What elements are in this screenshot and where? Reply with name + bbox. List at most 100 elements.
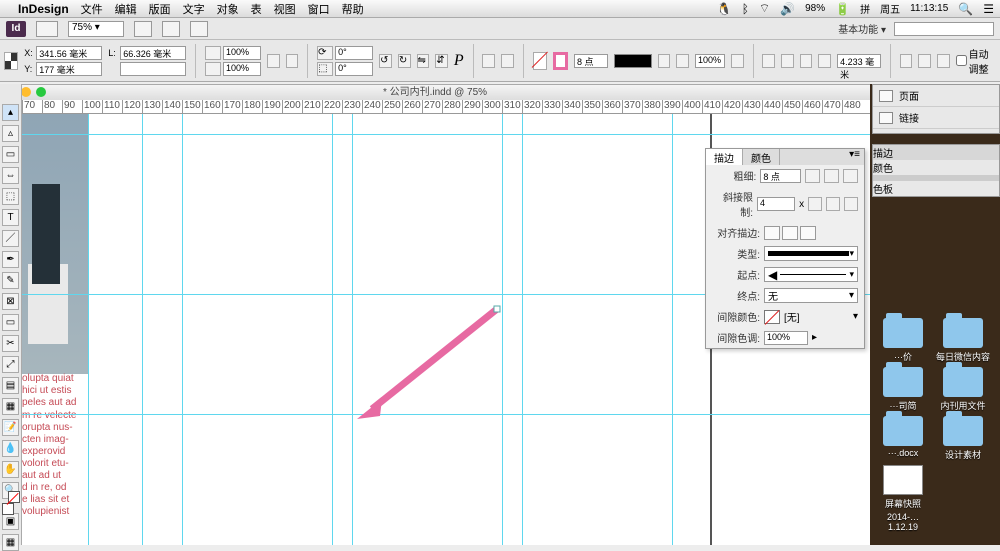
wifi-icon[interactable]: ⌔ xyxy=(759,1,770,16)
opacity-field[interactable]: 100% xyxy=(695,54,725,68)
cap-round-icon[interactable] xyxy=(824,169,839,183)
bridge-button[interactable] xyxy=(36,21,58,37)
align-outside-icon[interactable] xyxy=(800,226,816,240)
screen-mode-icon[interactable]: ▦ xyxy=(2,534,19,551)
apply-color-icon[interactable]: ▣ xyxy=(2,513,19,530)
eyedropper-tool[interactable]: 💧 xyxy=(2,440,19,457)
stroke-tab[interactable]: 描边 xyxy=(706,149,743,165)
pen-tool[interactable]: ✒ xyxy=(2,251,19,268)
start-arrow-select[interactable]: ◀ ▾ xyxy=(764,267,858,282)
spotlight-icon[interactable]: 🔍 xyxy=(958,2,973,16)
drop-shadow-icon[interactable] xyxy=(731,54,744,68)
color-panel-button[interactable]: 颜色 xyxy=(873,160,999,175)
indesign-logo-icon[interactable]: Id xyxy=(6,21,26,37)
ime-indicator[interactable]: 拼 xyxy=(860,1,870,16)
color-tab[interactable]: 颜色 xyxy=(743,149,780,165)
shear-field[interactable]: 0° xyxy=(335,62,373,76)
type-tool[interactable]: T xyxy=(2,209,19,226)
effects-icon[interactable] xyxy=(658,54,671,68)
y-field[interactable]: 177 毫米 xyxy=(36,62,102,76)
desktop-folder[interactable]: ···.docx xyxy=(874,416,932,461)
cap-square-icon[interactable] xyxy=(843,169,858,183)
weight-field[interactable]: 8 点 xyxy=(760,169,801,183)
view-options-button[interactable] xyxy=(134,21,152,37)
placeholder-text-frame[interactable]: olupta quiathici ut estispeles aut adm r… xyxy=(22,372,92,517)
desktop-folder[interactable]: ···价 xyxy=(874,318,932,363)
screen-mode-button[interactable] xyxy=(162,21,180,37)
arrow-line-object[interactable] xyxy=(352,304,502,424)
wrap3-icon[interactable] xyxy=(800,54,813,68)
cap-butt-icon[interactable] xyxy=(805,169,820,183)
pencil-tool[interactable]: ✎ xyxy=(2,272,19,289)
zoom-select[interactable]: 75% ▾ xyxy=(68,21,124,37)
constrain-icon[interactable] xyxy=(267,54,280,68)
h-field[interactable] xyxy=(120,62,186,76)
auto-fit-checkbox[interactable] xyxy=(956,55,967,66)
stroke-style-select[interactable] xyxy=(614,54,651,68)
flip-v-icon[interactable]: ⇵ xyxy=(435,54,448,68)
menu-object[interactable]: 对象 xyxy=(217,1,239,17)
stroke-swatch-icon[interactable] xyxy=(553,52,568,70)
minimize-icon[interactable] xyxy=(21,87,31,97)
pages-panel-button[interactable]: 页面 xyxy=(873,85,999,107)
gradient-swatch-tool[interactable]: ▤ xyxy=(2,377,19,394)
note-tool[interactable]: 📝 xyxy=(2,419,19,436)
placed-image[interactable] xyxy=(22,114,88,374)
menu-edit[interactable]: 编辑 xyxy=(115,1,137,17)
stroke-panel[interactable]: 描边 颜色 ▾≡ 粗细:8 点 斜接限制:4x 对齐描边: 类型: ▾ 起点:◀… xyxy=(705,148,865,349)
join-miter-icon[interactable] xyxy=(808,197,822,211)
desktop-folder[interactable]: 设计素材 xyxy=(934,416,992,461)
swatches-panel-button[interactable]: 色板 xyxy=(873,175,999,196)
gap-color-swatch[interactable] xyxy=(764,310,780,324)
menu-layout[interactable]: 版面 xyxy=(149,1,171,17)
direct-selection-tool[interactable]: ▵ xyxy=(2,125,19,142)
panel-menu-icon[interactable]: ▾≡ xyxy=(845,149,864,165)
battery-icon[interactable]: 🔋 xyxy=(835,2,850,16)
flip-h-icon[interactable]: ⇋ xyxy=(417,54,430,68)
reference-point-icon[interactable] xyxy=(4,52,18,70)
rectangle-frame-tool[interactable]: ⊠ xyxy=(2,293,19,310)
zoom-window-icon[interactable] xyxy=(36,87,46,97)
workspace-switcher[interactable]: 基本功能 ▾ xyxy=(838,21,886,36)
corner-radius-field[interactable]: 4.233 毫米 xyxy=(837,54,881,68)
scale-y-field[interactable]: 100% xyxy=(223,62,261,76)
select-content-icon[interactable] xyxy=(501,54,514,68)
menu-window[interactable]: 窗口 xyxy=(308,1,330,17)
clock[interactable]: 11:13:15 xyxy=(910,3,948,14)
rotate-field[interactable]: 0° xyxy=(335,46,373,60)
volume-icon[interactable]: 🔊 xyxy=(780,2,795,16)
menu-file[interactable]: 文件 xyxy=(81,1,103,17)
app-name[interactable]: InDesign xyxy=(18,2,69,16)
wrap1-icon[interactable] xyxy=(762,54,775,68)
gradient-feather-tool[interactable]: ▦ xyxy=(2,398,19,415)
rectangle-tool[interactable]: ▭ xyxy=(2,314,19,331)
x-field[interactable]: 341.56 毫米 xyxy=(36,46,102,60)
gap-color-value[interactable]: [无] xyxy=(784,309,849,324)
gap-tool[interactable]: ⇔ xyxy=(2,167,19,184)
wrap2-icon[interactable] xyxy=(781,54,794,68)
stroke-weight-field[interactable]: 8 点 xyxy=(574,54,609,68)
page-tool[interactable]: ▭ xyxy=(2,146,19,163)
scissors-tool[interactable]: ✂ xyxy=(2,335,19,352)
align-inside-icon[interactable] xyxy=(782,226,798,240)
menu-help[interactable]: 帮助 xyxy=(342,1,364,17)
menu-table[interactable]: 表 xyxy=(251,1,262,17)
horizontal-ruler[interactable]: 7080901001101201301401501601701801902002… xyxy=(0,100,870,114)
wrap-none-icon[interactable] xyxy=(676,54,689,68)
content-collector-tool[interactable]: ⬚ xyxy=(2,188,19,205)
rotate-cw-icon[interactable]: ↻ xyxy=(398,54,411,68)
gap-tint-field[interactable]: 100% xyxy=(764,331,808,345)
rotate-ccw-icon[interactable]: ↺ xyxy=(379,54,392,68)
scale-x-field[interactable]: 100% xyxy=(223,46,261,60)
align-center-icon[interactable] xyxy=(764,226,780,240)
fit2-icon[interactable] xyxy=(918,54,931,68)
desktop-folder[interactable]: 每日微信内容 xyxy=(934,318,992,363)
qq-icon[interactable]: 🐧 xyxy=(717,2,732,16)
hand-tool[interactable]: ✋ xyxy=(2,461,19,478)
select-container-icon[interactable] xyxy=(482,54,495,68)
corner-options-icon[interactable] xyxy=(818,54,831,68)
window-titlebar[interactable]: * 公司内刊.indd @ 75% xyxy=(0,85,870,100)
desktop-folder[interactable]: 内刊用文件 xyxy=(934,367,992,412)
w-field[interactable]: 66.326 毫米 xyxy=(120,46,186,60)
menu-view[interactable]: 视图 xyxy=(274,1,296,17)
